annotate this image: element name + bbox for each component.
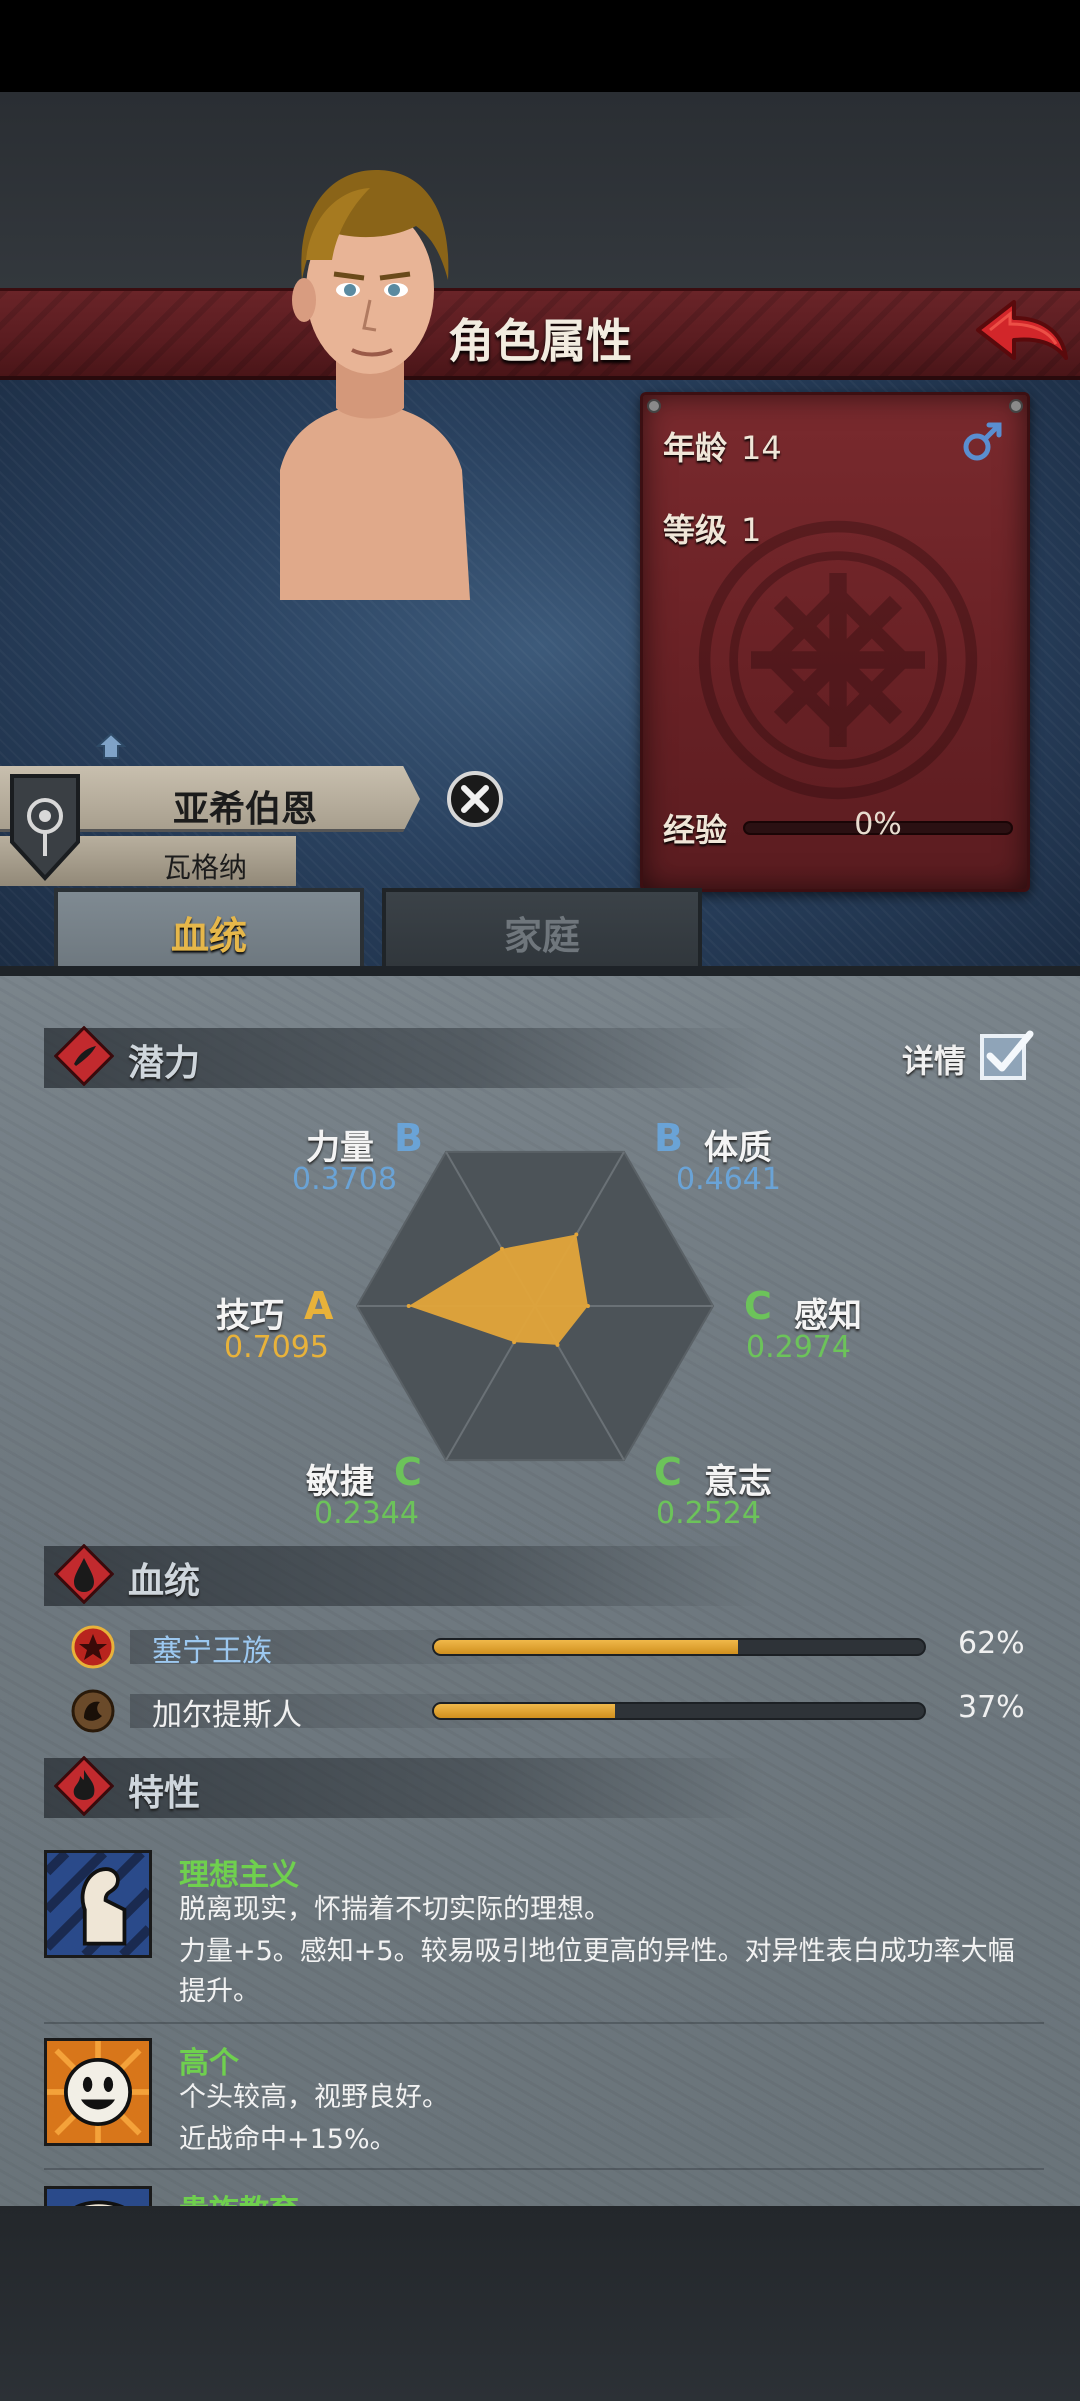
bloodline-percent: 62% [958,1626,1025,1661]
level-label: 等级 [663,511,728,549]
xp-value: 0% [854,807,902,842]
attr-skill-grade: A [304,1284,334,1328]
page-title: 角色属性 [448,314,632,368]
trait-name: 理想主义 [179,1858,299,1893]
flexed-arm-icon [44,1850,152,1958]
attr-agility-grade: C [394,1450,422,1494]
trait-description: 脱离现实，怀揣着不切实际的理想。 [179,1894,611,1925]
bloodline-bar [432,1702,926,1720]
trait-name: 高个 [179,2046,239,2081]
character-portrait [280,170,470,600]
attr-perception-value: 0.2974 [746,1330,851,1365]
age-value: 14 [741,429,782,467]
age-label: 年龄 [663,429,728,467]
royal-crest-icon [71,1625,115,1669]
details-checkbox[interactable] [978,1028,1034,1084]
bottom-backdrop [0,2206,1080,2401]
bloodline-bar-fill [434,1640,738,1654]
flame-icon [54,1756,114,1816]
trait-effect: 近战命中+15%。 [179,2124,397,2155]
bloodline-title: 血统 [128,1561,201,1602]
tab-family[interactable]: 家庭 [382,888,702,976]
trait-description: 个头较高，视野良好。 [179,2082,449,2113]
smiley-face-icon [44,2038,152,2146]
family-name: 瓦格纳 [162,851,247,884]
tab-base-line [0,966,1080,976]
radar-point [585,1304,590,1308]
male-gender-icon [963,422,1002,461]
trait-effect: 力量+5。感知+5。较易吸引地位更高的异性。对异性表白成功率大幅 [179,1936,1015,1967]
blood-drop-icon [54,1544,114,1604]
scroll-pin [1009,399,1023,413]
level-row: 等级 1 [663,505,761,551]
attr-constitution-value: 0.4641 [676,1162,781,1197]
bloodline-row: 加尔提斯人 37% [70,1689,1040,1733]
attr-perception-grade: C [744,1284,772,1328]
top-backdrop [0,92,1080,288]
bloodline-bar-fill [434,1704,616,1718]
tab-bloodline[interactable]: 血统 [54,888,364,976]
tribal-crest-icon [71,1689,115,1733]
attr-constitution-grade: B [654,1116,683,1160]
radar-point [406,1304,411,1308]
attr-strength-grade: B [394,1116,423,1160]
bloodline-name: 塞宁王族 [152,1634,272,1669]
radar-point [512,1340,517,1345]
xp-label: 经验 [663,811,728,849]
attr-skill-value: 0.7095 [224,1330,329,1365]
radar-point [499,1246,504,1251]
trait-item[interactable]: 高个 个头较高，视野良好。 近战命中+15%。 [44,2038,1044,2168]
faction-shield-icon [10,774,80,881]
attr-willpower-value: 0.2524 [656,1496,761,1531]
attr-strength-value: 0.3708 [292,1162,397,1197]
bloodline-name: 加尔提斯人 [152,1698,302,1733]
trait-item[interactable]: 理想主义 脱离现实，怀揣着不切实际的理想。 力量+5。感知+5。较易吸引地位更高… [44,1850,1044,2010]
celtic-knot-emblem [698,520,978,800]
scroll-pin [647,399,661,413]
level-value: 1 [741,511,762,549]
tab-strip: 血统 家庭 [0,888,1080,978]
potential-title: 潜力 [128,1043,201,1084]
attr-agility-value: 0.2344 [314,1496,419,1531]
age-row: 年龄 14 [663,423,782,469]
potential-diamond-icon [54,1026,114,1086]
details-label: 详情 [902,1042,967,1080]
radar-point [574,1232,579,1237]
character-name: 亚希伯恩 [172,789,317,830]
traits-title: 特性 [128,1773,201,1814]
status-bar-area [0,0,1080,92]
rank-chevron-icon [95,732,127,760]
trait-effect: 提升。 [179,1976,260,2007]
trait-divider [44,2022,1044,2024]
attr-willpower-grade: C [654,1450,682,1494]
back-arrow-icon[interactable] [970,296,1070,372]
bloodline-percent: 37% [958,1690,1025,1725]
trait-divider [44,2168,1044,2170]
close-icon[interactable] [446,770,504,828]
character-stats-scroll: 年龄 14 等级 1 经验 0% [640,392,1030,892]
title-bar: 角色属性 [0,288,1080,380]
bloodline-bar [432,1638,926,1656]
bloodline-row: 塞宁王族 62% [70,1625,1040,1669]
radar-point [555,1342,560,1347]
